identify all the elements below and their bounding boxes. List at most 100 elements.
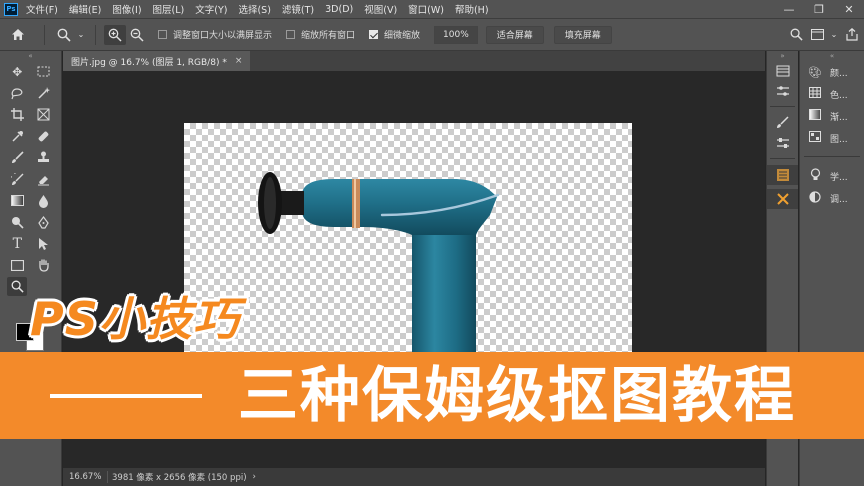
- history-brush-tool-icon[interactable]: [7, 170, 27, 189]
- zoom-all-windows-checkbox-box[interactable]: [286, 30, 296, 39]
- scrubby-zoom-checkbox-box[interactable]: [369, 30, 379, 39]
- zoom-level-readout[interactable]: 16.67%: [63, 472, 107, 482]
- type-tool-icon[interactable]: T: [7, 234, 27, 253]
- scrubby-zoom-checkbox[interactable]: 细微缩放: [369, 28, 420, 41]
- photoshop-logo-icon[interactable]: Ps: [4, 2, 18, 16]
- panel-tab-learn-label: 学...: [830, 172, 848, 183]
- window-controls: — ❐ ✕: [774, 0, 864, 18]
- menu-layer[interactable]: 图层(L): [153, 2, 185, 16]
- pen-tool-icon[interactable]: [34, 213, 54, 232]
- zoom-tool-active-icon[interactable]: [7, 277, 28, 297]
- panel-tab-adjustments[interactable]: 调...: [800, 187, 864, 209]
- blur-tool-icon[interactable]: [34, 191, 54, 210]
- crop-tool-icon[interactable]: [7, 105, 27, 124]
- panel-collapse-grip-icon[interactable]: «: [0, 51, 61, 61]
- gradients-icon: [808, 109, 822, 123]
- menu-3d[interactable]: 3D(D): [325, 4, 353, 15]
- tool-presets-panel-icon[interactable]: [767, 133, 798, 153]
- patterns-icon: [808, 131, 822, 145]
- overlay-title: PS小技巧: [30, 292, 240, 346]
- zoom-in-icon[interactable]: [104, 24, 126, 45]
- eraser-tool-icon[interactable]: [34, 170, 54, 189]
- divider: [804, 149, 860, 157]
- search-icon[interactable]: [786, 28, 806, 41]
- resize-windows-label: 调整窗口大小以满屏显示: [173, 31, 273, 41]
- zoom-tool-icon[interactable]: [53, 28, 75, 42]
- move-tool-icon[interactable]: ✥: [7, 62, 27, 81]
- palette-icon: 🎨︎: [808, 65, 822, 79]
- document-info: 3981 像素 x 2656 像素 (150 ppi): [107, 471, 247, 483]
- panel-tab-adjustments-label: 调...: [830, 194, 848, 205]
- panel-tab-swatches[interactable]: 色...: [800, 83, 864, 105]
- divider: [770, 153, 795, 159]
- options-bar: ⌄ 调整窗口大小以满屏显示 缩放所有窗口 细微缩放 100% 适合屏幕 填充屏幕…: [0, 18, 864, 51]
- tool-preset-chevron-icon[interactable]: ⌄: [75, 30, 87, 39]
- healing-brush-tool-icon[interactable]: [34, 127, 54, 146]
- fit-screen-button[interactable]: 适合屏幕: [485, 25, 544, 44]
- workspace-icon[interactable]: [806, 29, 828, 40]
- panel-tab-color-label: 颜...: [830, 68, 848, 79]
- close-document-icon[interactable]: ×: [235, 56, 243, 66]
- menu-bar: Ps 文件(F) 编辑(E) 图像(I) 图层(L) 文字(Y) 选择(S) 滤…: [0, 0, 864, 18]
- learn-icon: [808, 168, 822, 184]
- menu-help[interactable]: 帮助(H): [455, 2, 489, 16]
- resize-windows-checkbox-box[interactable]: [158, 30, 167, 39]
- menu-filter[interactable]: 滤镜(T): [282, 2, 314, 16]
- menu-file[interactable]: 文件(F): [26, 2, 58, 16]
- fill-screen-button[interactable]: 填充屏幕: [553, 25, 612, 44]
- panel-tab-swatches-label: 色...: [830, 90, 848, 101]
- banner-decorative-line: [50, 394, 202, 398]
- frame-tool-icon[interactable]: [34, 105, 54, 124]
- panel-dock-grip-icon[interactable]: «: [800, 51, 864, 61]
- panel-tab-gradients[interactable]: 渐...: [800, 105, 864, 127]
- brush-tool-icon[interactable]: [7, 148, 27, 167]
- lasso-tool-icon[interactable]: [7, 84, 27, 103]
- menu-edit[interactable]: 编辑(E): [69, 2, 101, 16]
- document-tab-title: 图片.jpg @ 16.7% (图层 1, RGB/8) *: [71, 57, 227, 68]
- magic-wand-tool-icon[interactable]: [34, 84, 54, 103]
- resize-windows-checkbox[interactable]: 调整窗口大小以满屏显示: [158, 28, 272, 41]
- swatches-icon: [808, 87, 822, 101]
- zoom-all-windows-checkbox[interactable]: 缩放所有窗口: [286, 28, 355, 41]
- adjustments-icon: [808, 190, 822, 206]
- tools-cross-panel-icon[interactable]: [767, 189, 798, 209]
- status-menu-arrow-icon[interactable]: ›: [253, 472, 256, 482]
- menu-select[interactable]: 选择(S): [238, 2, 270, 16]
- document-tab-bar: 图片.jpg @ 16.7% (图层 1, RGB/8) * ×: [63, 51, 765, 71]
- dodge-tool-icon[interactable]: [7, 213, 27, 232]
- path-selection-tool-icon[interactable]: [34, 234, 54, 253]
- divider: [44, 24, 45, 45]
- menu-type[interactable]: 文字(Y): [195, 2, 227, 16]
- marquee-tool-icon[interactable]: [34, 62, 54, 81]
- status-bar: 16.67% 3981 像素 x 2656 像素 (150 ppi) ›: [63, 468, 765, 486]
- panel-tab-learn[interactable]: 学...: [800, 165, 864, 187]
- percent-100-button[interactable]: 100%: [434, 25, 478, 44]
- home-icon[interactable]: [0, 28, 36, 41]
- minimize-button[interactable]: —: [774, 0, 804, 18]
- hand-tool-icon[interactable]: [34, 256, 54, 275]
- plugin-panel-icon[interactable]: [767, 165, 798, 185]
- history-panel-icon[interactable]: [767, 61, 798, 81]
- panel-tab-color[interactable]: 🎨︎ 颜...: [800, 61, 864, 83]
- stamp-tool-icon[interactable]: [34, 148, 54, 167]
- menu-view[interactable]: 视图(V): [364, 2, 397, 16]
- workspace-chevron-icon[interactable]: ⌄: [828, 30, 840, 39]
- panel-tab-gradients-label: 渐...: [830, 112, 848, 123]
- panel-collapse-grip-icon[interactable]: »: [767, 51, 798, 61]
- eyedropper-tool-icon[interactable]: [7, 127, 27, 146]
- banner-title: 三种保姆级抠图教程: [238, 361, 796, 431]
- zoom-out-icon[interactable]: [126, 28, 148, 42]
- maximize-button[interactable]: ❐: [804, 0, 834, 18]
- rectangle-tool-icon[interactable]: [7, 256, 27, 275]
- menu-image[interactable]: 图像(I): [112, 2, 141, 16]
- panel-tab-patterns[interactable]: 图...: [800, 127, 864, 149]
- orange-title-banner: 三种保姆级抠图教程: [0, 352, 864, 439]
- menu-window[interactable]: 窗口(W): [408, 2, 444, 16]
- share-icon[interactable]: [840, 28, 864, 41]
- properties-panel-icon[interactable]: [767, 81, 798, 101]
- document-tab[interactable]: 图片.jpg @ 16.7% (图层 1, RGB/8) * ×: [63, 51, 251, 71]
- close-window-button[interactable]: ✕: [834, 0, 864, 18]
- brush-settings-panel-icon[interactable]: [767, 113, 798, 133]
- gradient-tool-icon[interactable]: [7, 191, 27, 210]
- divider: [95, 24, 96, 45]
